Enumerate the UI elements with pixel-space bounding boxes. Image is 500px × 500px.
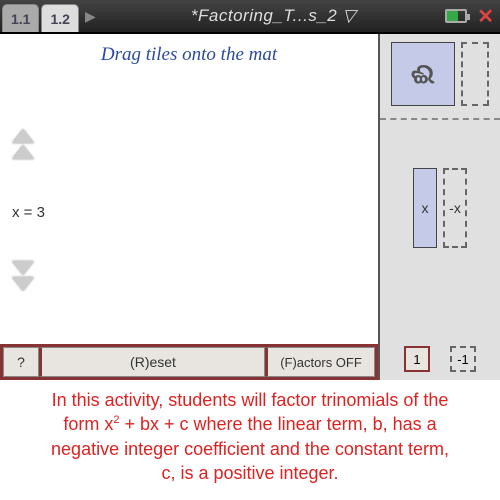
tab-next-icon[interactable]: ▶ bbox=[85, 8, 96, 25]
canvas[interactable]: Drag tiles onto the mat x = 3 bbox=[0, 34, 378, 344]
x-value-display: x = 3 bbox=[12, 204, 45, 221]
help-button[interactable]: ? bbox=[3, 347, 39, 377]
increment-arrows[interactable] bbox=[12, 129, 34, 161]
tab-1-2[interactable]: 1.2 bbox=[41, 4, 78, 32]
factors-toggle-button[interactable]: (F)actors OFF bbox=[265, 347, 375, 377]
up-arrow-icon bbox=[12, 145, 34, 159]
tile-palette: ଈ x -x 1 -1 bbox=[380, 34, 500, 380]
one-button[interactable]: 1 bbox=[404, 346, 430, 372]
activity-description: In this activity, students will factor t… bbox=[0, 380, 500, 493]
neg-one-button[interactable]: -1 bbox=[450, 346, 476, 372]
close-icon[interactable]: ✕ bbox=[477, 4, 494, 29]
swirl-icon: ଈ bbox=[411, 58, 435, 91]
button-row: ? (R)eset (F)actors OFF bbox=[0, 344, 378, 380]
canvas-panel: Drag tiles onto the mat x = 3 ? (R)eset … bbox=[0, 34, 380, 380]
drop-zone[interactable] bbox=[461, 42, 489, 106]
up-arrow-icon bbox=[12, 129, 34, 143]
document-title: *Factoring_T...s_2 ▽ bbox=[102, 6, 446, 26]
instruction-text: Drag tiles onto the mat bbox=[8, 44, 370, 66]
workspace: Drag tiles onto the mat x = 3 ? (R)eset … bbox=[0, 34, 500, 380]
x-squared-tile[interactable]: ଈ bbox=[391, 42, 455, 106]
down-arrow-icon bbox=[12, 261, 34, 275]
unit-row: 1 -1 bbox=[388, 346, 492, 372]
x-tile[interactable]: x bbox=[413, 168, 437, 248]
down-arrow-icon bbox=[12, 277, 34, 291]
reset-button[interactable]: (R)eset bbox=[39, 347, 265, 377]
decrement-arrows[interactable] bbox=[12, 259, 34, 291]
divider bbox=[380, 118, 500, 120]
battery-icon bbox=[445, 9, 467, 23]
titlebar: 1.1 1.2 ▶ *Factoring_T...s_2 ▽ ✕ bbox=[0, 0, 500, 34]
tab-1-1[interactable]: 1.1 bbox=[2, 4, 39, 32]
neg-x-drop[interactable]: -x bbox=[443, 168, 467, 248]
